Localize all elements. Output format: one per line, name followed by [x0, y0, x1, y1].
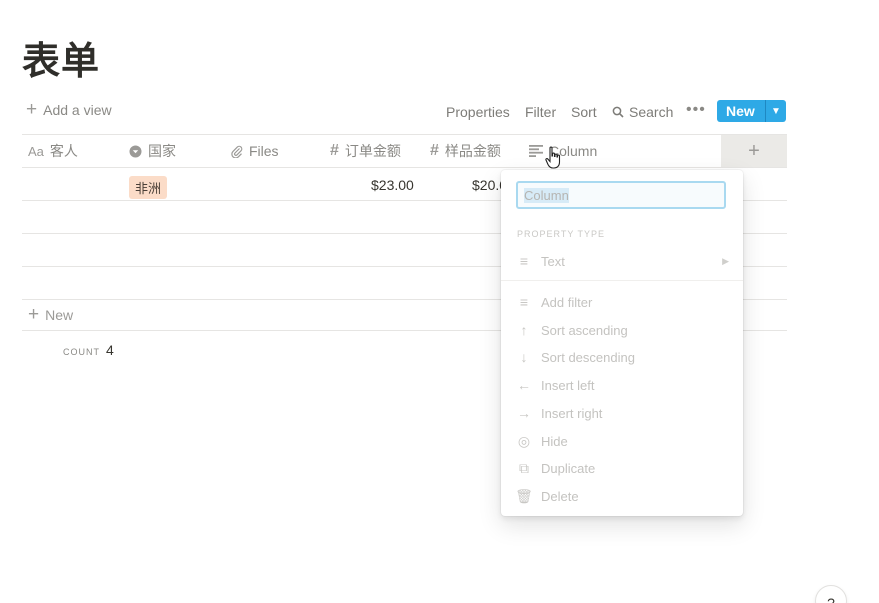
- properties-button[interactable]: Properties: [446, 104, 510, 120]
- count-label: COUNT: [63, 347, 100, 357]
- column-header-column[interactable]: Column: [529, 135, 597, 167]
- add-view-button[interactable]: + Add a view: [26, 99, 112, 120]
- arrow-left-icon: ←: [517, 377, 531, 393]
- property-menu: Column PROPERTY TYPE ≡ Text ▶ ≡ Add filt…: [501, 170, 743, 516]
- text-icon: ≡: [519, 253, 529, 269]
- property-type-heading: PROPERTY TYPE: [517, 229, 606, 239]
- hand-cursor-icon: [545, 146, 561, 169]
- help-button[interactable]: ?: [815, 585, 847, 603]
- arrow-down-icon: ↓: [520, 349, 528, 365]
- arrow-right-icon: →: [517, 405, 531, 421]
- sort-ascending-item[interactable]: ↑ Sort ascending: [515, 320, 729, 340]
- title-property-icon: Aa: [28, 143, 44, 159]
- paperclip-icon: [231, 145, 243, 158]
- column-header-country[interactable]: 国家: [129, 135, 176, 167]
- insert-right-item[interactable]: → Insert right: [515, 403, 729, 423]
- new-row-button[interactable]: + New: [28, 304, 74, 325]
- sort-button[interactable]: Sort: [571, 104, 597, 120]
- column-header-order-amount[interactable]: # 订单金额: [330, 135, 401, 167]
- delete-item[interactable]: 🗑 Delete: [515, 486, 729, 506]
- add-filter-item[interactable]: ≡ Add filter: [515, 292, 729, 312]
- column-label: 订单金额: [344, 143, 401, 159]
- new-button[interactable]: New ▼: [717, 100, 786, 122]
- menu-item-label: Duplicate: [541, 460, 596, 476]
- column-header-files[interactable]: Files: [230, 135, 279, 167]
- column-label: 样品金额: [444, 143, 501, 159]
- menu-item-label: Add filter: [541, 294, 593, 310]
- filter-button[interactable]: Filter: [525, 104, 556, 120]
- notion-page: 表单 + Add a view Properties Filter Sort S…: [0, 0, 879, 603]
- menu-item-label: Insert left: [541, 377, 595, 393]
- menu-item-label: Sort ascending: [541, 322, 628, 338]
- menu-divider: [501, 280, 743, 281]
- menu-item-label: Hide: [541, 433, 568, 449]
- sort-descending-item[interactable]: ↓ Sort descending: [515, 347, 729, 367]
- arrow-up-icon: ↑: [520, 322, 528, 338]
- menu-item-label: Insert right: [541, 405, 603, 421]
- eye-slash-icon: ◎: [517, 432, 531, 449]
- property-name-value: Column: [524, 188, 569, 203]
- page-title: 表单: [22, 39, 101, 83]
- plus-icon: +: [26, 99, 38, 120]
- duplicate-item[interactable]: ⧉ Duplicate: [515, 458, 729, 478]
- column-label: Files: [249, 143, 279, 159]
- search-label: Search: [629, 104, 674, 120]
- table-header: Aa 客人 国家 Files # 订单金额 # 样品金额 Column +: [22, 135, 787, 167]
- more-options-button[interactable]: •••: [686, 101, 706, 119]
- search-button[interactable]: Search: [612, 104, 673, 120]
- text-icon: [529, 145, 543, 157]
- menu-item-label: Delete: [541, 488, 579, 504]
- view-toolbar: + Add a view Properties Filter Sort Sear…: [0, 98, 879, 126]
- number-property-icon: #: [330, 142, 339, 159]
- new-button-label: New: [726, 103, 755, 119]
- column-label: 国家: [148, 143, 176, 159]
- chevron-down-icon[interactable]: ▼: [766, 106, 786, 117]
- count-value: 4: [106, 342, 114, 358]
- plus-icon: +: [748, 139, 760, 162]
- property-type-selector[interactable]: ≡ Text ▶: [515, 251, 729, 271]
- menu-item-label: Sort descending: [541, 349, 635, 365]
- count-summary[interactable]: COUNT 4: [63, 342, 114, 358]
- search-icon: [612, 106, 624, 118]
- property-name-input[interactable]: Column: [516, 181, 726, 209]
- duplicate-icon: ⧉: [519, 459, 529, 476]
- new-row-label: New: [45, 307, 74, 323]
- column-label: 客人: [49, 143, 78, 159]
- plus-icon: +: [28, 304, 40, 325]
- header-divider: [22, 167, 787, 168]
- insert-left-item[interactable]: ← Insert left: [515, 375, 729, 395]
- chevron-right-icon: ▶: [722, 255, 729, 266]
- trash-icon: 🗑: [515, 487, 533, 504]
- filter-icon: ≡: [519, 294, 529, 310]
- select-icon: [129, 145, 142, 157]
- add-column-button[interactable]: +: [721, 135, 787, 167]
- country-tag[interactable]: 非洲: [129, 176, 168, 199]
- column-header-sample-amount[interactable]: # 样品金额: [430, 135, 501, 167]
- add-view-label: Add a view: [43, 102, 112, 118]
- column-header-guest[interactable]: Aa 客人: [28, 135, 78, 167]
- hide-item[interactable]: ◎ Hide: [515, 431, 729, 451]
- property-type-label: Text: [541, 253, 565, 269]
- order-amount-cell[interactable]: $23.00: [371, 177, 414, 193]
- number-property-icon: #: [430, 142, 439, 159]
